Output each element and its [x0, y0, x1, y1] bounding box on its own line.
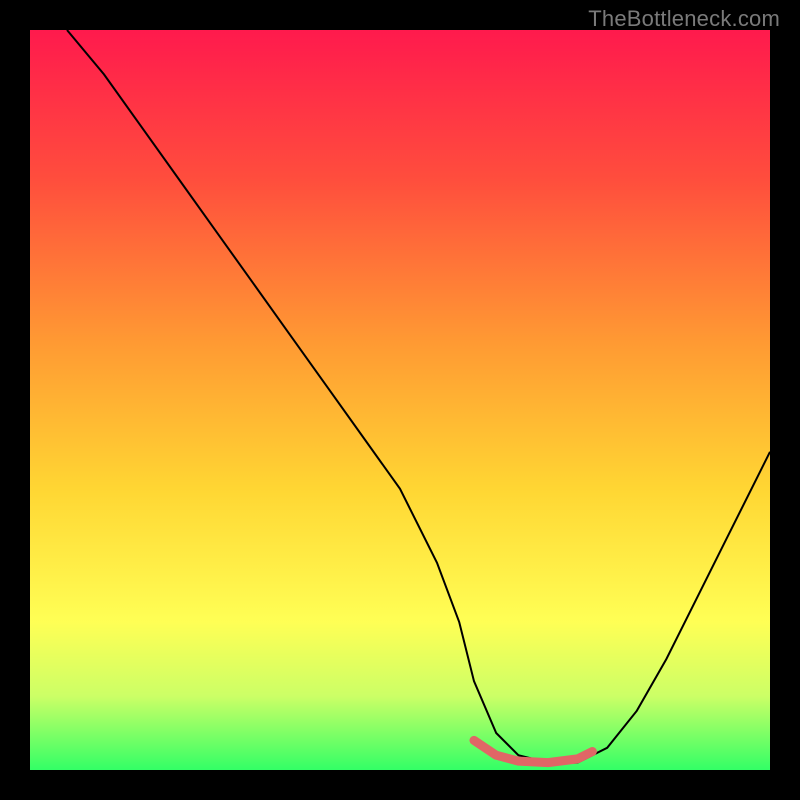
watermark-text: TheBottleneck.com: [588, 6, 780, 32]
chart-svg: [30, 30, 770, 770]
chart-frame: TheBottleneck.com: [0, 0, 800, 800]
plot-area: [30, 30, 770, 770]
chart-background: [30, 30, 770, 770]
